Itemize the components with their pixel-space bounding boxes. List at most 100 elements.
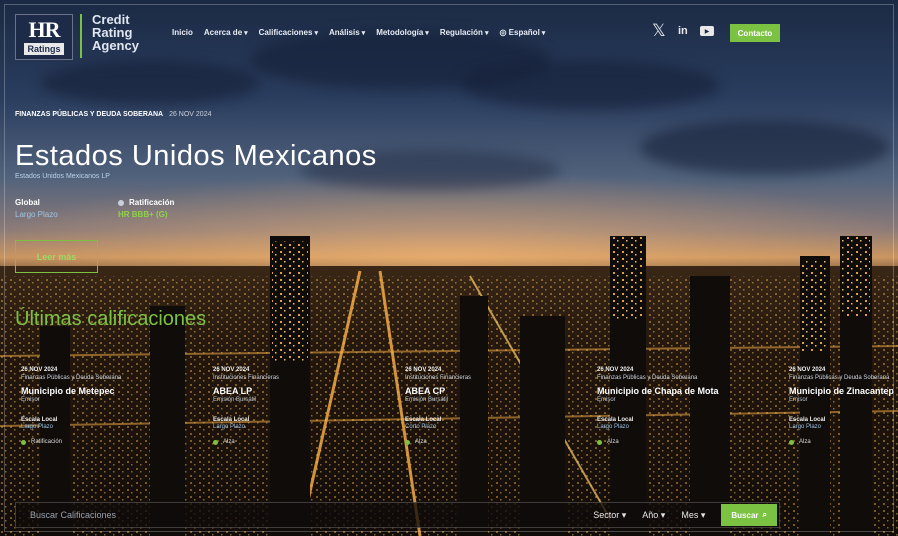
card-status-text: Alza xyxy=(799,439,811,445)
x-icon[interactable]: 𝕏 xyxy=(652,21,666,41)
card-name: ABEA CP xyxy=(405,386,446,396)
search-input[interactable]: Buscar Calificaciones xyxy=(16,510,593,520)
card-type: Emisión Bursátil xyxy=(213,397,257,403)
nav-item-regulacion[interactable]: Regulación ▾ xyxy=(440,28,489,37)
agency-line: Agency xyxy=(92,38,139,53)
chevron-down-icon: ▾ xyxy=(314,30,318,37)
card-scale: Escala Local xyxy=(597,417,634,423)
search-button-label: Buscar xyxy=(731,510,759,520)
cloud xyxy=(640,120,890,175)
card-scale: Escala Local xyxy=(21,417,58,423)
latest-ratings-title: Últimas calificaciones xyxy=(15,308,207,330)
term-value: Largo Plazo xyxy=(15,210,58,219)
linkedin-icon[interactable]: in xyxy=(678,25,688,37)
rating-card[interactable]: 26 NOV 2024 Instituciones Financieras AB… xyxy=(205,361,389,461)
cloud xyxy=(460,60,720,110)
language-label: Español xyxy=(508,28,540,37)
agency-name: Credit Rating Agency xyxy=(92,13,139,52)
card-date: 26 NOV 2024 xyxy=(597,367,634,373)
nav-item-inicio[interactable]: Inicio xyxy=(172,28,193,37)
month-label: Mes xyxy=(681,509,699,520)
rating-card[interactable]: 26 NOV 2024 Finanzas Públicas y Deuda So… xyxy=(589,361,773,461)
rating-value: HR BBB+ (G) xyxy=(118,210,168,219)
card-term: Largo Plazo xyxy=(597,424,630,430)
scale-label: Global xyxy=(15,198,40,207)
card-name: Municipio de Chapa de Mota xyxy=(597,386,719,396)
rating-card[interactable]: 26 NOV 2024 Instituciones Financieras AB… xyxy=(397,361,581,461)
status-dot-icon xyxy=(597,439,602,445)
card-scale: Escala Local xyxy=(213,417,250,423)
hero-date: 26 NOV 2024 xyxy=(169,111,212,118)
month-select[interactable]: Mes ▾ xyxy=(681,510,705,521)
card-name: Municipio de Metepec xyxy=(21,386,115,396)
chevron-down-icon: ▾ xyxy=(244,30,248,37)
status-dot-icon xyxy=(213,439,218,445)
chevron-down-icon: ▾ xyxy=(541,30,546,37)
nav-item-analisis[interactable]: Análisis ▾ xyxy=(329,28,365,37)
sector-label: Sector xyxy=(593,509,620,520)
nav-item-calificaciones[interactable]: Calificaciones ▾ xyxy=(259,28,318,37)
card-type: Emisión Bursátil xyxy=(405,397,449,403)
nav-label: Inicio xyxy=(172,28,193,37)
hero-background: HR Ratings Credit Rating Agency Inicio A… xyxy=(0,0,898,536)
card-sector: Finanzas Públicas y Deuda Soberana xyxy=(597,375,698,381)
card-date: 26 NOV 2024 xyxy=(213,367,250,373)
search-icon: ⌕ xyxy=(762,510,767,519)
page-title: Estados Unidos Mexicanos xyxy=(15,140,377,172)
card-type: Emisor xyxy=(21,397,40,403)
nav-label: Análisis xyxy=(328,28,360,37)
chevron-down-icon: ▾ xyxy=(361,30,366,37)
logo-divider xyxy=(80,14,82,58)
card-status-text: Ratificación xyxy=(31,439,63,445)
card-sector: Instituciones Financieras xyxy=(213,375,280,381)
language-selector[interactable]: ◎ Español ▾ xyxy=(499,28,545,37)
card-status-text: Alza xyxy=(607,439,619,445)
status-dot-icon xyxy=(118,199,124,206)
card-sector: Instituciones Financieras xyxy=(405,375,472,381)
card-term: Largo Plazo xyxy=(21,424,54,430)
card-term: Largo Plazo xyxy=(213,424,246,430)
rating-card[interactable]: 26 NOV 2024 Finanzas Públicas y Deuda So… xyxy=(13,361,197,461)
card-status: Alza xyxy=(597,439,765,445)
year-select[interactable]: Año ▾ xyxy=(642,510,665,521)
nav-label: Acerca de xyxy=(203,28,243,37)
card-status: Alza xyxy=(405,439,573,445)
chevron-down-icon: ▾ xyxy=(660,509,666,520)
card-type: Emisor xyxy=(789,397,808,403)
card-date: 26 NOV 2024 xyxy=(789,367,826,373)
contact-button[interactable]: Contacto xyxy=(730,24,780,42)
card-sector: Finanzas Públicas y Deuda Soberana xyxy=(21,375,122,381)
card-status: Ratificación xyxy=(21,439,189,445)
rating-label-text: Ratificación xyxy=(129,198,175,207)
search-button[interactable]: Buscar ⌕ xyxy=(721,504,777,526)
status-dot-icon xyxy=(789,439,794,445)
sector-select[interactable]: Sector ▾ xyxy=(593,510,626,521)
page-subtitle: Estados Unidos Mexicanos LP xyxy=(15,173,110,180)
hr-ratings-logo[interactable]: HR Ratings xyxy=(15,14,73,60)
logo-subtext: Ratings xyxy=(24,43,64,55)
read-more-button[interactable]: Leer más xyxy=(15,240,98,273)
nav-label: Metodología xyxy=(376,28,424,37)
nav-label: Calificaciones xyxy=(258,28,313,37)
card-scale: Escala Local xyxy=(405,417,442,423)
nav-item-metodologia[interactable]: Metodología ▾ xyxy=(376,28,429,37)
globe-icon: ◎ xyxy=(499,28,507,37)
youtube-icon[interactable]: ▶ xyxy=(700,26,714,36)
card-status: Alza xyxy=(789,439,885,445)
card-sector: Finanzas Públicas y Deuda Soberana xyxy=(789,375,890,381)
rating-card[interactable]: 26 NOV 2024 Finanzas Públicas y Deuda So… xyxy=(781,361,893,461)
chevron-down-icon: ▾ xyxy=(425,30,429,37)
card-status: Alza xyxy=(213,439,381,445)
card-date: 26 NOV 2024 xyxy=(21,367,58,373)
card-term: Corto Plazo xyxy=(405,424,437,430)
cloud xyxy=(40,60,260,105)
card-status-text: Alza xyxy=(415,439,427,445)
chevron-down-icon: ▾ xyxy=(700,509,706,520)
hero-kicker: FINANZAS PÚBLICAS Y DEUDA SOBERANA 26 NOV… xyxy=(15,111,211,118)
nav-item-acerca[interactable]: Acerca de ▾ xyxy=(204,28,248,37)
rating-label: Ratificación xyxy=(118,198,174,207)
chevron-down-icon: ▾ xyxy=(621,509,627,520)
nav-label: Regulación xyxy=(439,28,483,37)
card-scale: Escala Local xyxy=(789,417,826,423)
hero-category: FINANZAS PÚBLICAS Y DEUDA SOBERANA xyxy=(15,111,164,118)
